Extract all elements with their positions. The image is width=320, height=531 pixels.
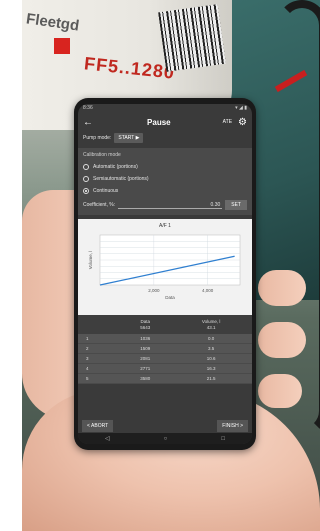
app-bar: ← Pause ATE ⚙ bbox=[78, 113, 252, 131]
cell-data: 2771 bbox=[140, 366, 151, 371]
x-tick-label: 2,000 bbox=[148, 288, 160, 293]
table-row[interactable]: 2 1509 3.5 bbox=[78, 344, 252, 354]
cell-index: 1 bbox=[86, 336, 89, 341]
cell-index: 4 bbox=[86, 366, 89, 371]
coefficient-row: Coefficient, %: 0.30 SET bbox=[83, 199, 247, 211]
radio-icon bbox=[83, 176, 89, 182]
finish-button[interactable]: FINISH > bbox=[217, 420, 248, 432]
finger bbox=[258, 374, 302, 408]
y-axis-label: Volume, l bbox=[88, 251, 93, 270]
header-data: Data 5643 bbox=[112, 319, 178, 331]
finger bbox=[258, 322, 306, 358]
radio-label: Continuous bbox=[93, 188, 119, 194]
nav-recent-icon[interactable]: □ bbox=[221, 436, 225, 442]
action-bar: < ABORT FINISH > bbox=[78, 420, 252, 432]
cell-volume: 0.0 bbox=[207, 336, 215, 341]
chart-card: A/F 1 2,000 4,000 Data Volume, l bbox=[78, 219, 252, 315]
cell-index: 5 bbox=[86, 376, 89, 381]
radio-icon bbox=[83, 164, 89, 170]
x-axis-label: Data bbox=[165, 295, 175, 300]
filter-brand: Fleetgd bbox=[25, 10, 81, 35]
smartphone: 8:36 ▾ ◢ ▮ ← Pause ATE ⚙ Pump mode: STAR… bbox=[74, 98, 256, 450]
header-volume: Volume, l 43.1 bbox=[178, 319, 244, 331]
cell-volume: 16.3 bbox=[206, 366, 216, 371]
abort-button[interactable]: < ABORT bbox=[82, 420, 114, 432]
cell-volume: 3.5 bbox=[207, 346, 215, 351]
finger bbox=[258, 270, 306, 306]
pump-mode-row: Pump mode: START ▶ bbox=[78, 131, 252, 145]
calibration-label: Calibration mode bbox=[83, 152, 121, 158]
radio-automatic[interactable]: Automatic (portions) bbox=[83, 161, 247, 173]
ate-label: ATE bbox=[222, 119, 233, 125]
system-navbar: ◁ ○ □ bbox=[78, 433, 252, 444]
table-row[interactable]: 4 2771 16.3 bbox=[78, 364, 252, 374]
table-row[interactable]: 3 2081 10.6 bbox=[78, 354, 252, 364]
start-label: START bbox=[118, 135, 135, 141]
status-icons: ▾ ◢ ▮ bbox=[235, 105, 247, 111]
status-time: 8:36 bbox=[83, 105, 93, 111]
pump-mode-label: Pump mode: bbox=[83, 135, 112, 141]
header-volume-total: 43.1 bbox=[206, 325, 216, 330]
radio-selected-icon bbox=[83, 188, 89, 194]
phone-screen: 8:36 ▾ ◢ ▮ ← Pause ATE ⚙ Pump mode: STAR… bbox=[78, 104, 252, 444]
radio-semiautomatic[interactable]: Semiautomatic (portions) bbox=[83, 173, 247, 185]
start-button[interactable]: START ▶ bbox=[114, 133, 144, 143]
back-arrow-icon[interactable]: ← bbox=[83, 117, 95, 128]
header-data-label: Data bbox=[140, 319, 150, 324]
radio-label: Semiautomatic (portions) bbox=[93, 176, 149, 182]
filter-logo bbox=[54, 38, 70, 54]
table-row[interactable]: 1 1036 0.0 bbox=[78, 334, 252, 344]
table-row[interactable]: 5 3580 21.5 bbox=[78, 374, 252, 384]
page-title: Pause bbox=[147, 117, 171, 127]
cell-volume: 21.5 bbox=[206, 376, 216, 381]
calibration-panel: Calibration mode Automatic (portions) Se… bbox=[78, 148, 252, 215]
table-header: Data 5643 Volume, l 43.1 bbox=[78, 315, 252, 334]
radio-continuous[interactable]: Continuous bbox=[83, 185, 247, 197]
cell-data: 1036 bbox=[140, 336, 151, 341]
chart-title: A/F 1 bbox=[159, 223, 171, 229]
cell-index: 2 bbox=[86, 346, 89, 351]
volume-chart: 2,000 4,000 Data Volume, l bbox=[88, 234, 241, 300]
coefficient-label: Coefficient, %: bbox=[83, 202, 116, 208]
filter-code: FF5..1280 bbox=[83, 53, 176, 83]
status-bar: 8:36 ▾ ◢ ▮ bbox=[78, 104, 252, 113]
header-data-total: 5643 bbox=[140, 325, 151, 330]
header-index bbox=[86, 319, 112, 331]
header-volume-label: Volume, l bbox=[201, 319, 221, 324]
coefficient-field[interactable]: 0.30 bbox=[118, 202, 223, 209]
gear-icon[interactable]: ⚙ bbox=[238, 117, 247, 128]
nav-home-icon[interactable]: ○ bbox=[164, 436, 168, 442]
cell-index: 3 bbox=[86, 356, 89, 361]
cell-data: 1509 bbox=[140, 346, 151, 351]
x-tick-label: 4,000 bbox=[202, 288, 214, 293]
nav-back-icon[interactable]: ◁ bbox=[105, 435, 110, 442]
cell-data: 2081 bbox=[140, 356, 151, 361]
data-table: Data 5643 Volume, l 43.1 1 1036 0.0 2 15… bbox=[78, 315, 252, 384]
barcode bbox=[158, 4, 226, 72]
radio-label: Automatic (portions) bbox=[93, 164, 138, 170]
cell-data: 3580 bbox=[140, 376, 151, 381]
set-button[interactable]: SET bbox=[225, 200, 247, 210]
cell-volume: 10.6 bbox=[206, 356, 216, 361]
